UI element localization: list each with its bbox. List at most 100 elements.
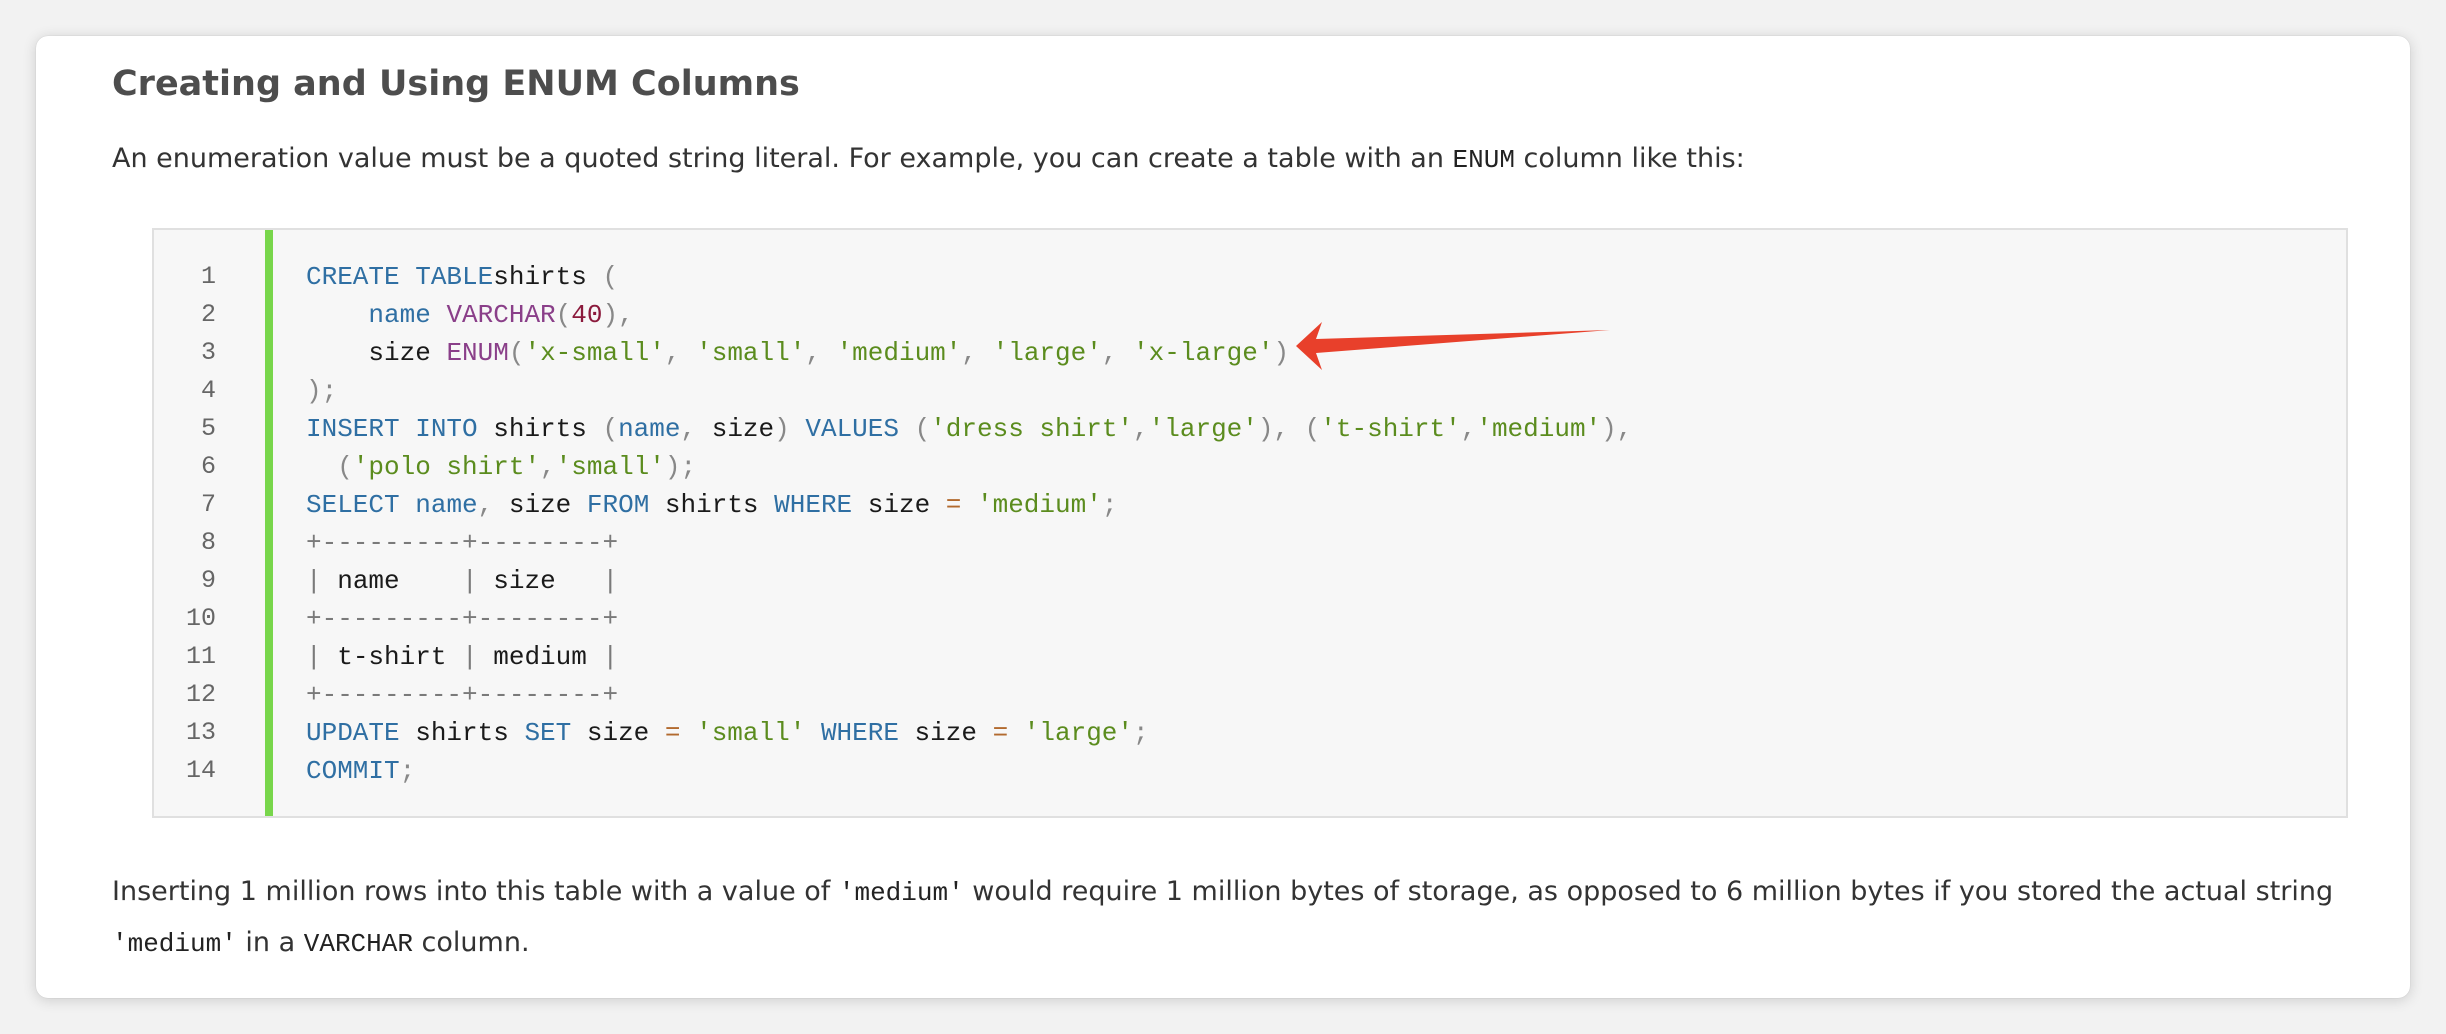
code-token: CREATE TABLE xyxy=(306,262,494,292)
code-line: ); xyxy=(306,372,1632,410)
code-token: 't-shirt' xyxy=(1320,414,1461,444)
outro-paragraph: Inserting 1 million rows into this table… xyxy=(112,867,2333,969)
code-block: 1 2 3 4 5 6 7 8 9 10 11 12 13 14 CREATE TABLEshirts (… xyxy=(152,228,2348,818)
intro-text-after: column like this: xyxy=(1514,143,1745,174)
code-token: = xyxy=(992,718,1009,748)
code-token: name xyxy=(415,490,478,520)
code-token: ( xyxy=(555,300,572,330)
code-token: medium xyxy=(493,642,587,672)
line-number: 3 xyxy=(200,338,216,367)
code-token: INSERT INTO xyxy=(306,414,478,444)
code-token: ) xyxy=(774,414,806,444)
intro-paragraph: An enumeration value must be a quoted st… xyxy=(112,143,1745,175)
code-token: 'medium' xyxy=(1476,414,1602,444)
code-token: name xyxy=(337,566,400,596)
code-line: COMMIT; xyxy=(306,752,1632,790)
code-token: , xyxy=(1460,414,1477,444)
code-token: ); xyxy=(664,452,697,482)
code-line: | t-shirt | medium | xyxy=(306,638,1632,676)
code-token: ); xyxy=(306,376,338,406)
code-token: 'x-small' xyxy=(524,338,665,368)
inline-code-enum: ENUM xyxy=(1452,145,1515,175)
code-token: SET xyxy=(524,718,572,748)
code-token: 40 xyxy=(571,300,603,330)
code-token: 'polo shirt' xyxy=(352,452,541,482)
code-token: | xyxy=(586,642,619,672)
code-token: | xyxy=(399,566,494,596)
content-card: Creating and Using ENUM Columns An enume… xyxy=(36,36,2410,998)
line-number: 12 xyxy=(185,680,216,709)
code-token: | xyxy=(555,566,619,596)
code-token: shirts xyxy=(477,414,603,444)
outro-text-4: column. xyxy=(412,927,530,958)
line-number: 5 xyxy=(200,414,216,443)
code-token: ( xyxy=(898,414,931,444)
red-arrow-icon xyxy=(1296,322,1610,370)
code-token: VARCHAR xyxy=(430,300,556,330)
code-token: size xyxy=(306,338,447,368)
code-line: ('polo shirt','small'); xyxy=(306,448,1632,486)
code-token: shirts xyxy=(649,490,775,520)
code-token: +---------+--------+ xyxy=(306,680,619,710)
inline-code-varchar: VARCHAR xyxy=(303,929,413,959)
code-token: | xyxy=(306,642,338,672)
line-number: 4 xyxy=(200,376,216,405)
code-token: FROM xyxy=(586,490,650,520)
code-line: SELECT name, size FROM shirts WHERE size… xyxy=(306,486,1632,524)
code-token: ENUM xyxy=(446,338,509,368)
code-line: +---------+--------+ xyxy=(306,524,1632,562)
outro-text-3: in a xyxy=(236,927,304,958)
code-token: , xyxy=(664,338,697,368)
code-token: ( xyxy=(306,452,353,482)
code-token: , xyxy=(540,452,556,482)
code-token: = xyxy=(664,718,681,748)
code-token: 'large' xyxy=(1148,414,1258,444)
code-token: ; xyxy=(1133,718,1149,748)
code-token: +---------+--------+ xyxy=(306,528,619,558)
line-number: 7 xyxy=(200,490,216,519)
code-token: , xyxy=(1101,338,1134,368)
code-token: , xyxy=(961,338,993,368)
code-token: shirts xyxy=(493,262,603,292)
code-token: size xyxy=(852,490,946,520)
code-accent-bar xyxy=(265,230,273,816)
code-token: | xyxy=(446,642,494,672)
code-line: +---------+--------+ xyxy=(306,600,1632,638)
code-token: | xyxy=(306,566,338,596)
code-token: , xyxy=(477,490,509,520)
code-token: 'small' xyxy=(696,338,806,368)
code-token: SELECT xyxy=(306,490,400,520)
code-token: 'medium' xyxy=(961,490,1102,520)
line-number: 2 xyxy=(200,300,216,329)
code-token: size xyxy=(508,490,587,520)
line-number: 1 xyxy=(200,262,216,291)
line-number: 9 xyxy=(200,566,216,595)
intro-text-before: An enumeration value must be a quoted st… xyxy=(112,143,1453,174)
code-line: INSERT INTO shirts (name, size) VALUES (… xyxy=(306,410,1632,448)
code-token: ), xyxy=(602,300,634,330)
code-line: +---------+--------+ xyxy=(306,676,1632,714)
code-token: , xyxy=(680,414,712,444)
code-token: COMMIT xyxy=(306,756,400,786)
code-token: 'small' xyxy=(680,718,806,748)
code-token: ; xyxy=(399,756,416,786)
code-token: name xyxy=(368,300,431,330)
code-token: size xyxy=(711,414,775,444)
code-token: WHERE xyxy=(820,718,899,748)
inline-code-medium: 'medium' xyxy=(838,878,964,908)
code-line: | name | size | xyxy=(306,562,1632,600)
code-token: ( xyxy=(508,338,525,368)
code-token: 'small' xyxy=(555,452,665,482)
code-token: size xyxy=(571,718,665,748)
line-number: 6 xyxy=(200,452,216,481)
outro-text-1: Inserting 1 million rows into this table… xyxy=(112,876,839,907)
line-number: 13 xyxy=(185,718,216,747)
outro-text-2: would require 1 million bytes of storage… xyxy=(963,876,2334,907)
code-token: size xyxy=(493,566,556,596)
code-token: ), ( xyxy=(1257,414,1321,444)
code-token: size xyxy=(898,718,993,748)
code-token: ), xyxy=(1601,414,1633,444)
